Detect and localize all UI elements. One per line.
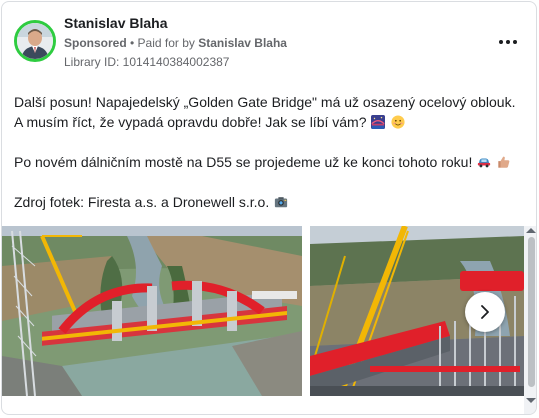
sponsored-line: Sponsored • Paid for by Stanislav Blaha	[64, 36, 287, 50]
post-paragraph: Po novém dálničním mostě na D55 se proje…	[14, 152, 526, 172]
more-options-icon-dot	[506, 40, 510, 44]
thumbs-up-emoji	[498, 156, 510, 168]
post-text: Další posun! Napajedelský „Golden Gate B…	[14, 92, 526, 212]
more-options-button[interactable]	[496, 32, 520, 52]
camera-emoji	[274, 197, 288, 208]
paid-for-prefix: Paid for by	[137, 36, 199, 50]
library-id: Library ID: 1014140384002387	[64, 55, 230, 69]
post-text-line: Další posun! Napajedelský „Golden Gate B…	[14, 94, 516, 130]
bridge-aerial-photo	[2, 226, 302, 396]
more-options-icon-dot	[513, 40, 517, 44]
post-paragraph: Další posun! Napajedelský „Golden Gate B…	[14, 92, 526, 132]
sponsored-post-card: Stanislav Blaha Sponsored • Paid for by …	[1, 1, 537, 415]
sponsored-label: Sponsored	[64, 36, 127, 50]
scrollbar-thumb[interactable]	[528, 237, 535, 387]
post-image-1[interactable]	[2, 226, 302, 396]
avatar-image	[17, 23, 53, 59]
smiling-face-emoji	[391, 115, 405, 129]
separator: •	[126, 36, 138, 50]
more-options-icon	[499, 40, 503, 44]
car-emoji	[478, 158, 491, 168]
paid-for-name[interactable]: Stanislav Blaha	[198, 36, 287, 50]
scroll-down-arrow-icon[interactable]	[526, 398, 536, 403]
post-text-line: Po novém dálničním mostě na D55 se proje…	[14, 154, 473, 170]
post-paragraph: Zdroj fotek: Firesta a.s. a Dronewell s.…	[14, 192, 526, 212]
post-text-line: Zdroj fotek: Firesta a.s. a Dronewell s.…	[14, 194, 270, 210]
chevron-right-icon	[481, 305, 489, 319]
page-avatar[interactable]	[14, 20, 56, 62]
scroll-up-arrow-icon[interactable]	[526, 228, 536, 233]
carousel-next-button[interactable]	[465, 292, 505, 332]
bridge-at-night-emoji	[371, 115, 386, 129]
page-name[interactable]: Stanislav Blaha	[64, 15, 168, 31]
